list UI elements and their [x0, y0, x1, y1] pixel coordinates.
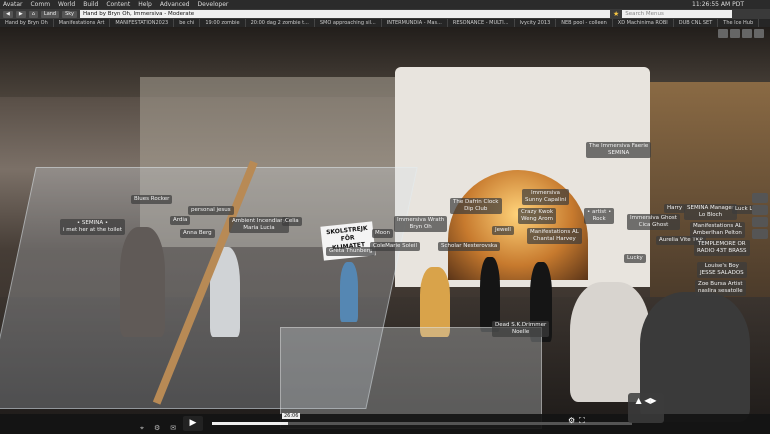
avatar-nametag[interactable]: Ardia — [170, 216, 191, 225]
avatar-nametag[interactable]: Greta Thunberg — [326, 247, 376, 256]
avatar-nametag[interactable]: The Dafrin Clock Dip Club — [450, 198, 502, 214]
hud-button[interactable] — [752, 205, 768, 215]
video-time: 26:06 — [282, 413, 301, 419]
clock: 11:26:55 AM PDT — [692, 1, 744, 8]
menu-advanced[interactable]: Advanced — [160, 0, 190, 9]
hud-button[interactable] — [752, 229, 768, 239]
menu-search-input[interactable]: Search Menus — [622, 10, 733, 18]
avatar-nametag[interactable]: Louise's Boy JESSE SALADOS — [697, 262, 747, 278]
avatar-nametag[interactable]: Immersiva Sunny Capalini — [522, 189, 570, 205]
hud-button[interactable] — [752, 217, 768, 227]
hud-button[interactable] — [752, 193, 768, 203]
menu-bar: Avatar Comm World Build Content Help Adv… — [0, 0, 770, 9]
menu-help[interactable]: Help — [138, 0, 152, 9]
land-button[interactable]: Land — [40, 10, 60, 18]
back-button[interactable]: ◀ — [3, 10, 13, 18]
avatar-nametag[interactable]: Zoe Bursa Artist naslira sesatolle — [695, 280, 746, 296]
forward-button[interactable]: ▶ — [15, 10, 26, 18]
avatar-nametag[interactable]: The Immersiva Faerie SEMINA — [586, 142, 652, 158]
favorite-item[interactable]: The Ice Hub — [718, 19, 760, 27]
favorite-item[interactable]: XD Machinima ROBI — [613, 19, 674, 27]
chat-icon[interactable]: ✉ — [170, 424, 176, 433]
menu-content[interactable]: Content — [106, 0, 130, 9]
favorite-star-icon[interactable]: ★ — [613, 10, 619, 18]
avatar-nametag[interactable]: ColeMarie Soleil — [370, 242, 420, 251]
favorite-item[interactable]: INTERMUNDIA - Mas... — [382, 19, 448, 27]
avatar-nametag[interactable]: Jewell — [492, 226, 514, 235]
gear-icon[interactable]: ⚙ — [154, 424, 160, 433]
movement-controls[interactable]: ▲ ◀▶ — [628, 393, 664, 423]
avatar-icon[interactable] — [718, 29, 728, 38]
snapshot-icon[interactable] — [742, 29, 752, 38]
avatar-nametag[interactable]: Moon — [372, 229, 393, 238]
avatar-nametag[interactable]: Scholar Nesterovska — [438, 242, 501, 251]
avatar-nametag[interactable]: Manifestations AL Amberlhan Pelton — [690, 222, 745, 238]
player-controls: ⚙ ⛶ — [568, 416, 585, 426]
menu-build[interactable]: Build — [83, 0, 98, 9]
avatar-nametag[interactable]: Manifestations AL Chantal Harvey — [527, 228, 582, 244]
top-right-tools — [718, 29, 764, 38]
favorite-item[interactable]: 19:00 zombie — [200, 19, 246, 27]
avatar[interactable] — [570, 282, 650, 402]
right-hud — [752, 193, 768, 239]
location-icon[interactable]: ⌖ — [140, 424, 144, 433]
avatar-nametag[interactable]: • SEMINA • i met her at the toilet — [60, 219, 125, 235]
avatar-nametag[interactable]: Ambient Incendiary Maria Lucia — [229, 217, 289, 233]
settings-icon[interactable]: ⚙ — [568, 416, 575, 426]
menu-world[interactable]: World — [58, 0, 75, 9]
favorite-item[interactable]: RESONANCE - MULTI... — [448, 19, 515, 27]
favorites-bar: Hand by Bryn Oh Manifestations Art MANIF… — [0, 19, 770, 27]
avatar-nametag[interactable]: Anna Berg — [180, 229, 215, 238]
avatar-nametag[interactable]: personal jesus — [188, 206, 234, 215]
avatar-nametag[interactable]: Dead S.K.Drimmer Noelle — [492, 321, 550, 337]
favorite-item[interactable]: DUB CNL SET — [674, 19, 719, 27]
favorite-item[interactable]: SMO approaching sil... — [315, 19, 382, 27]
move-arrows-icon[interactable]: ▲ ◀▶ — [628, 393, 664, 408]
play-button[interactable]: ▶ — [183, 416, 203, 431]
favorite-item[interactable]: 20:00 dag 2 zombie t... — [246, 19, 315, 27]
inventory-icon[interactable] — [754, 29, 764, 38]
avatar-nametag[interactable]: Crazy Kwok Weng Arom — [518, 208, 557, 224]
sky-button[interactable]: Sky — [62, 10, 77, 18]
fullscreen-icon[interactable]: ⛶ — [579, 416, 585, 426]
menu-avatar[interactable]: Avatar — [3, 0, 22, 9]
bottom-toolbar: ⌖ ⚙ ✉ — [140, 424, 176, 433]
favorite-item[interactable]: Hand by Bryn Oh — [0, 19, 54, 27]
navigation-bar: ◀ ▶ ⌂ Land Sky Hand by Bryn Oh, Immersiv… — [0, 9, 770, 19]
avatar-nametag[interactable]: • artist • Rock — [584, 208, 615, 224]
home-button[interactable]: ⌂ — [28, 10, 38, 18]
avatar-nametag[interactable]: SEMINA Manager Lo Bloch — [684, 204, 738, 220]
avatar-nametag[interactable]: Lucky — [624, 254, 646, 263]
menu-comm[interactable]: Comm — [30, 0, 50, 9]
favorite-item[interactable]: be chi — [174, 19, 201, 27]
favorite-item[interactable]: Ivycity 2013 — [515, 19, 557, 27]
location-input[interactable]: Hand by Bryn Oh, Immersiva - Moderate — [79, 10, 610, 18]
favorite-item[interactable]: Manifestations Art — [54, 19, 111, 27]
favorite-item[interactable]: MANIFESTATION2023 — [110, 19, 175, 27]
avatar-nametag[interactable]: Immersiva Wrath Bryn Oh — [394, 216, 448, 232]
favorite-item[interactable]: NEB pool - colleen — [556, 19, 613, 27]
avatar-nametag[interactable]: Blues Rocker — [131, 195, 173, 204]
progress-fill — [212, 422, 288, 425]
avatar-nametag[interactable]: Harry — [664, 204, 686, 213]
avatar-nametag[interactable]: Immersiva Ghost Cica Ghost — [627, 214, 680, 230]
menu-developer[interactable]: Developer — [198, 0, 229, 9]
avatar-nametag[interactable]: Celia — [282, 217, 302, 226]
avatar-nametag[interactable]: TEMPLEMORE OR RADIO 43T BRASS — [694, 240, 750, 256]
camera-icon[interactable] — [730, 29, 740, 38]
